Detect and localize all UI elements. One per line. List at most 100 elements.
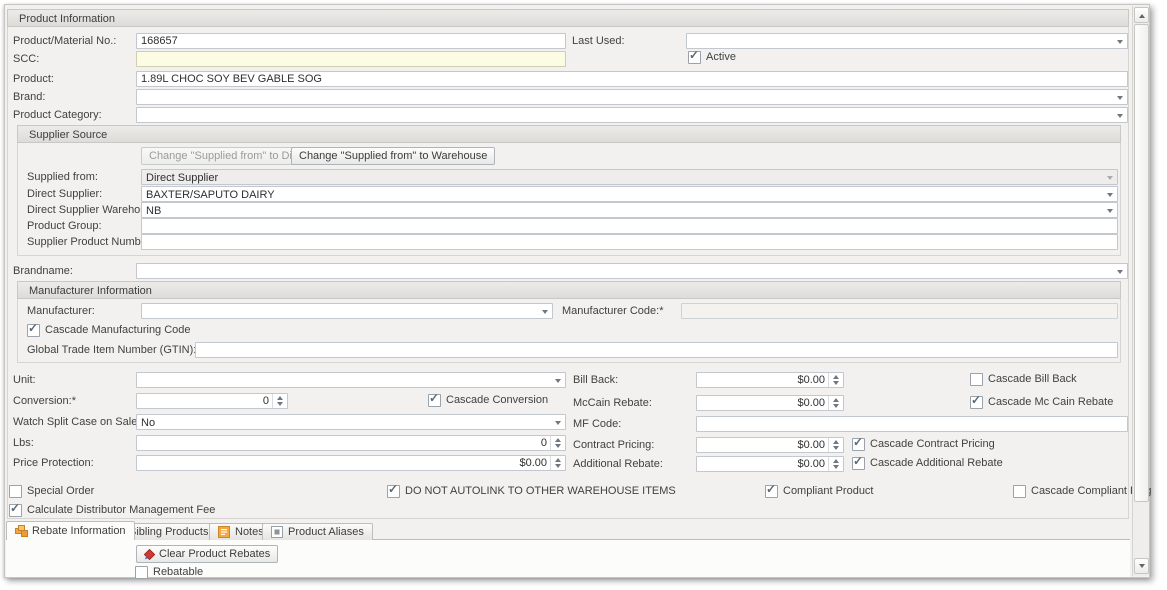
product-group-field[interactable]	[141, 218, 1118, 234]
cascade-mccain-rebate-label: Cascade Mc Cain Rebate	[988, 396, 1113, 409]
mccain-rebate-field[interactable]	[696, 395, 844, 411]
lbs-spin-buttons[interactable]	[550, 436, 565, 450]
manufacturer-combobox[interactable]	[141, 303, 553, 319]
supplied-from-combobox[interactable]: Direct Supplier	[141, 169, 1118, 185]
cascade-conversion-label: Cascade Conversion	[446, 394, 548, 407]
scc-input[interactable]	[137, 52, 565, 66]
spin-up-icon[interactable]	[829, 457, 843, 464]
unit-combobox[interactable]	[136, 372, 566, 388]
watch-split-case-dropdown-button[interactable]	[550, 415, 565, 429]
scrollbar-thumb[interactable]	[1134, 24, 1149, 502]
product-field[interactable]	[136, 71, 1128, 87]
additional-rebate-label: Additional Rebate:	[573, 458, 663, 471]
spin-up-icon[interactable]	[829, 438, 843, 445]
scrollbar-down-button[interactable]	[1134, 558, 1149, 574]
scrollbar-up-button[interactable]	[1134, 7, 1149, 23]
spin-up-icon[interactable]	[551, 456, 565, 463]
cascade-manufacturing-code-checkbox[interactable]	[27, 324, 40, 337]
brandname-combobox[interactable]	[136, 263, 1128, 279]
bill-back-spin-buttons[interactable]	[828, 373, 843, 387]
tab-rebate-information[interactable]: Rebate Information	[6, 521, 135, 540]
rebatable-checkbox[interactable]	[135, 566, 148, 579]
conversion-input[interactable]	[137, 394, 287, 408]
cascade-compliant-flag-checkbox[interactable]	[1013, 485, 1026, 498]
direct-supplier-dropdown-button[interactable]	[1102, 187, 1117, 201]
additional-rebate-field[interactable]	[696, 456, 844, 472]
lbs-label: Lbs:	[13, 437, 34, 450]
price-protection-input[interactable]	[137, 456, 565, 470]
bill-back-input[interactable]	[697, 373, 843, 387]
mf-code-input[interactable]	[697, 417, 1127, 431]
product-material-no-input[interactable]	[137, 34, 565, 48]
product-material-no-field[interactable]	[136, 33, 566, 49]
direct-supplier-warehouse-dropdown-button[interactable]	[1102, 203, 1117, 217]
scc-field[interactable]	[136, 51, 566, 67]
spin-up-icon[interactable]	[829, 396, 843, 403]
cascade-bill-back-checkbox[interactable]	[970, 373, 983, 386]
contract-pricing-field[interactable]	[696, 437, 844, 453]
gtin-field[interactable]	[195, 342, 1118, 358]
bill-back-field[interactable]	[696, 372, 844, 388]
unit-dropdown-button[interactable]	[550, 373, 565, 387]
watch-split-case-combobox[interactable]: No	[136, 414, 566, 430]
spin-up-icon[interactable]	[551, 436, 565, 443]
mf-code-field[interactable]	[696, 416, 1128, 432]
do-not-autolink-checkbox[interactable]	[387, 485, 400, 498]
mccain-rebate-spin-buttons[interactable]	[828, 396, 843, 410]
change-supplied-from-to-warehouse-button[interactable]: Change "Supplied from" to Warehouse	[291, 147, 495, 165]
product-group-input[interactable]	[142, 219, 1117, 233]
supplier-product-number-input[interactable]	[142, 235, 1117, 249]
scroll-down-icon	[1139, 564, 1145, 571]
last-used-dropdown-button[interactable]	[1112, 34, 1127, 48]
special-order-checkbox[interactable]	[9, 485, 22, 498]
spin-up-icon[interactable]	[829, 373, 843, 380]
cascade-conversion-checkbox[interactable]	[428, 394, 441, 407]
supplier-product-number-field[interactable]	[141, 234, 1118, 250]
spin-down-icon[interactable]	[829, 464, 843, 471]
tab-product-aliases[interactable]: Product Aliases	[262, 523, 373, 540]
spin-up-icon[interactable]	[273, 394, 287, 401]
product-category-combobox[interactable]	[136, 107, 1128, 123]
conversion-field[interactable]	[136, 393, 288, 409]
contract-pricing-input[interactable]	[697, 438, 843, 452]
cascade-contract-pricing-checkbox[interactable]	[852, 438, 865, 451]
conversion-spin-buttons[interactable]	[272, 394, 287, 408]
brand-combobox[interactable]	[136, 89, 1128, 105]
spin-down-icon[interactable]	[829, 445, 843, 452]
direct-supplier-warehouse-value: NB	[146, 205, 161, 217]
lbs-input[interactable]	[137, 436, 565, 450]
brandname-dropdown-button[interactable]	[1112, 264, 1127, 278]
cascade-additional-rebate-checkbox[interactable]	[852, 457, 865, 470]
product-form-panel: Product Information Product/Material No.…	[4, 4, 1150, 578]
brand-dropdown-button[interactable]	[1112, 90, 1127, 104]
last-used-combobox[interactable]	[686, 33, 1128, 49]
last-used-label: Last Used:	[572, 35, 625, 48]
additional-rebate-input[interactable]	[697, 457, 843, 471]
product-input[interactable]	[137, 72, 1127, 86]
gtin-input[interactable]	[196, 343, 1117, 357]
spin-down-icon[interactable]	[829, 380, 843, 387]
direct-supplier-warehouse-combobox[interactable]: NB	[141, 202, 1118, 218]
direct-supplier-combobox[interactable]: BAXTER/SAPUTO DAIRY	[141, 186, 1118, 202]
lbs-field[interactable]	[136, 435, 566, 451]
price-protection-spin-buttons[interactable]	[550, 456, 565, 470]
spin-down-icon[interactable]	[551, 463, 565, 470]
spin-down-icon[interactable]	[829, 403, 843, 410]
mccain-rebate-input[interactable]	[697, 396, 843, 410]
spin-down-icon[interactable]	[273, 401, 287, 408]
brandname-label: Brandname:	[13, 265, 73, 278]
product-category-dropdown-button[interactable]	[1112, 108, 1127, 122]
supplied-from-dropdown-button[interactable]	[1102, 170, 1117, 184]
spin-down-icon[interactable]	[551, 443, 565, 450]
calculate-dmf-checkbox[interactable]	[9, 504, 22, 517]
price-protection-field[interactable]	[136, 455, 566, 471]
additional-rebate-spin-buttons[interactable]	[828, 457, 843, 471]
cascade-mccain-rebate-checkbox[interactable]	[970, 396, 983, 409]
supplied-from-value: Direct Supplier	[146, 172, 218, 184]
manufacturer-dropdown-button[interactable]	[537, 304, 552, 318]
vertical-scrollbar[interactable]	[1132, 6, 1149, 576]
active-checkbox[interactable]	[688, 51, 701, 64]
contract-pricing-spin-buttons[interactable]	[828, 438, 843, 452]
clear-product-rebates-button[interactable]: Clear Product Rebates	[136, 545, 278, 563]
compliant-product-checkbox[interactable]	[765, 485, 778, 498]
